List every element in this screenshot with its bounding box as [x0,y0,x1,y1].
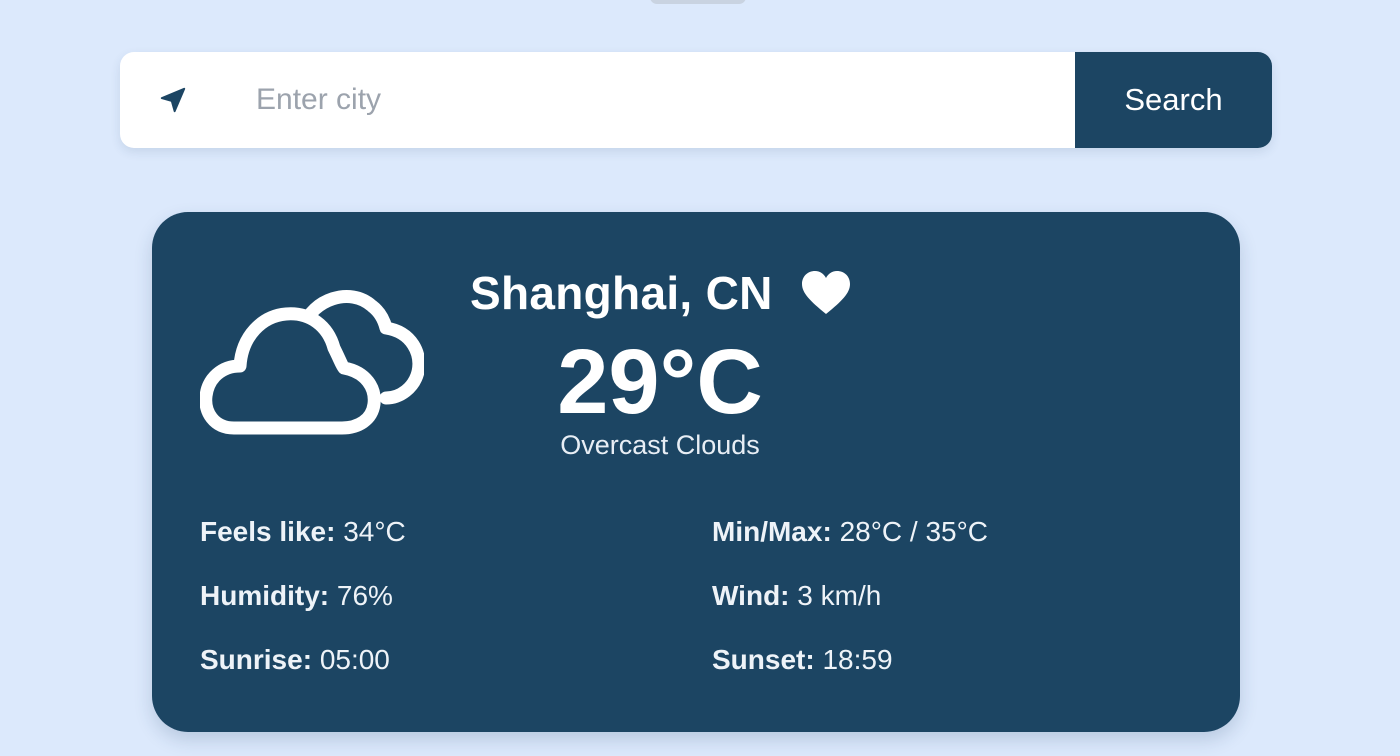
humidity-label: Humidity: [200,580,330,611]
sunrise-label: Sunrise: [200,644,313,675]
wind-label: Wind: [712,580,790,611]
wind: Wind: 3 km/h [712,580,881,612]
sunset-value: 18:59 [822,644,893,675]
min-max: Min/Max: 28°C / 35°C [712,516,988,548]
heart-icon[interactable] [800,270,852,316]
sunset: Sunset: 18:59 [712,644,893,676]
city-name: Shanghai, CN [470,267,773,319]
min-max-value: 28°C / 35°C [839,516,989,547]
weather-card: Shanghai, CN 29°C Overcast Clouds Feels … [152,212,1240,732]
use-location-button[interactable] [120,52,226,148]
sunset-label: Sunset: [712,644,815,675]
location-arrow-icon [160,87,186,113]
sunrise-value: 05:00 [319,644,390,675]
cloud-icon [200,290,424,435]
wind-value: 3 km/h [797,580,882,611]
top-handle [650,0,746,4]
humidity: Humidity: 76% [200,580,393,612]
humidity-value: 76% [336,580,393,611]
feels-like: Feels like: 34°C [200,516,406,548]
weather-description: Overcast Clouds [560,430,760,460]
sunrise: Sunrise: 05:00 [200,644,390,676]
search-button[interactable]: Search [1075,52,1272,148]
city-search-input[interactable] [226,52,1075,148]
search-bar: Search [120,52,1272,148]
feels-like-value: 34°C [343,516,406,547]
feels-like-label: Feels like: [200,516,336,547]
temperature: 29°C [557,331,763,433]
min-max-label: Min/Max: [712,516,832,547]
